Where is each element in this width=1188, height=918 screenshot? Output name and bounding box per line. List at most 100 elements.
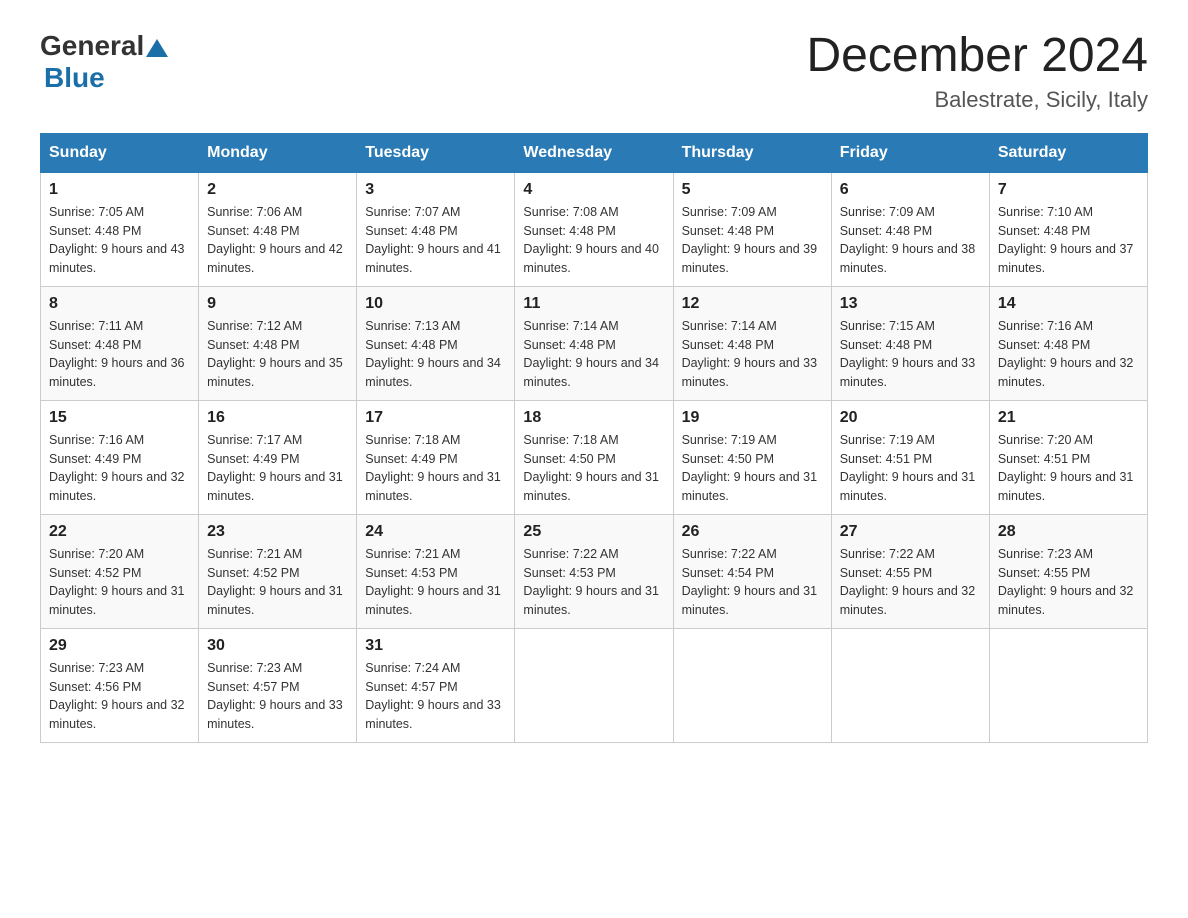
calendar-cell: 3 Sunrise: 7:07 AMSunset: 4:48 PMDaylight… xyxy=(357,172,515,286)
day-info: Sunrise: 7:21 AMSunset: 4:52 PMDaylight:… xyxy=(207,545,348,620)
logo: General Blue xyxy=(40,30,168,94)
day-number: 13 xyxy=(840,295,981,313)
calendar-cell: 31 Sunrise: 7:24 AMSunset: 4:57 PMDayligh… xyxy=(357,628,515,742)
day-info: Sunrise: 7:15 AMSunset: 4:48 PMDaylight:… xyxy=(840,317,981,392)
calendar-cell: 7 Sunrise: 7:10 AMSunset: 4:48 PMDaylight… xyxy=(989,172,1147,286)
day-info: Sunrise: 7:07 AMSunset: 4:48 PMDaylight:… xyxy=(365,203,506,278)
calendar-cell: 24 Sunrise: 7:21 AMSunset: 4:53 PMDayligh… xyxy=(357,514,515,628)
column-header-friday: Friday xyxy=(831,133,989,172)
calendar-cell: 13 Sunrise: 7:15 AMSunset: 4:48 PMDayligh… xyxy=(831,286,989,400)
day-info: Sunrise: 7:08 AMSunset: 4:48 PMDaylight:… xyxy=(523,203,664,278)
day-info: Sunrise: 7:18 AMSunset: 4:50 PMDaylight:… xyxy=(523,431,664,506)
day-info: Sunrise: 7:22 AMSunset: 4:54 PMDaylight:… xyxy=(682,545,823,620)
calendar-cell xyxy=(515,628,673,742)
column-header-saturday: Saturday xyxy=(989,133,1147,172)
day-info: Sunrise: 7:09 AMSunset: 4:48 PMDaylight:… xyxy=(840,203,981,278)
month-title: December 2024 xyxy=(806,30,1148,83)
day-info: Sunrise: 7:24 AMSunset: 4:57 PMDaylight:… xyxy=(365,659,506,734)
day-number: 31 xyxy=(365,637,506,655)
day-number: 21 xyxy=(998,409,1139,427)
day-number: 7 xyxy=(998,181,1139,199)
day-number: 4 xyxy=(523,181,664,199)
calendar-cell: 26 Sunrise: 7:22 AMSunset: 4:54 PMDayligh… xyxy=(673,514,831,628)
day-info: Sunrise: 7:23 AMSunset: 4:55 PMDaylight:… xyxy=(998,545,1139,620)
logo-blue-text: Blue xyxy=(44,62,105,93)
day-number: 20 xyxy=(840,409,981,427)
calendar-cell: 6Sunrise: 7:09 AMSunset: 4:48 PMDaylight… xyxy=(831,172,989,286)
column-header-wednesday: Wednesday xyxy=(515,133,673,172)
title-block: December 2024 Balestrate, Sicily, Italy xyxy=(806,30,1148,113)
day-number: 12 xyxy=(682,295,823,313)
calendar-cell: 11Sunrise: 7:14 AMSunset: 4:48 PMDayligh… xyxy=(515,286,673,400)
day-number: 2 xyxy=(207,181,348,199)
location-text: Balestrate, Sicily, Italy xyxy=(806,87,1148,113)
day-info: Sunrise: 7:16 AMSunset: 4:49 PMDaylight:… xyxy=(49,431,190,506)
day-info: Sunrise: 7:22 AMSunset: 4:53 PMDaylight:… xyxy=(523,545,664,620)
calendar-cell xyxy=(673,628,831,742)
calendar-cell: 1Sunrise: 7:05 AMSunset: 4:48 PMDaylight… xyxy=(41,172,199,286)
calendar-cell: 4 Sunrise: 7:08 AMSunset: 4:48 PMDaylight… xyxy=(515,172,673,286)
calendar-cell: 25 Sunrise: 7:22 AMSunset: 4:53 PMDayligh… xyxy=(515,514,673,628)
calendar-cell: 10 Sunrise: 7:13 AMSunset: 4:48 PMDayligh… xyxy=(357,286,515,400)
day-number: 17 xyxy=(365,409,506,427)
day-info: Sunrise: 7:06 AMSunset: 4:48 PMDaylight:… xyxy=(207,203,348,278)
day-info: Sunrise: 7:18 AMSunset: 4:49 PMDaylight:… xyxy=(365,431,506,506)
calendar-cell: 18 Sunrise: 7:18 AMSunset: 4:50 PMDayligh… xyxy=(515,400,673,514)
calendar-cell: 28 Sunrise: 7:23 AMSunset: 4:55 PMDayligh… xyxy=(989,514,1147,628)
logo-general-text: General xyxy=(40,30,144,62)
day-number: 29 xyxy=(49,637,190,655)
day-number: 27 xyxy=(840,523,981,541)
day-info: Sunrise: 7:19 AMSunset: 4:50 PMDaylight:… xyxy=(682,431,823,506)
day-info: Sunrise: 7:20 AMSunset: 4:52 PMDaylight:… xyxy=(49,545,190,620)
day-info: Sunrise: 7:09 AMSunset: 4:48 PMDaylight:… xyxy=(682,203,823,278)
day-number: 25 xyxy=(523,523,664,541)
calendar-cell: 15 Sunrise: 7:16 AMSunset: 4:49 PMDayligh… xyxy=(41,400,199,514)
calendar-cell xyxy=(989,628,1147,742)
calendar-cell: 30Sunrise: 7:23 AMSunset: 4:57 PMDayligh… xyxy=(199,628,357,742)
day-number: 5 xyxy=(682,181,823,199)
day-info: Sunrise: 7:23 AMSunset: 4:56 PMDaylight:… xyxy=(49,659,190,734)
day-number: 30 xyxy=(207,637,348,655)
calendar-cell: 19 Sunrise: 7:19 AMSunset: 4:50 PMDayligh… xyxy=(673,400,831,514)
day-number: 26 xyxy=(682,523,823,541)
day-info: Sunrise: 7:19 AMSunset: 4:51 PMDaylight:… xyxy=(840,431,981,506)
day-number: 3 xyxy=(365,181,506,199)
day-number: 18 xyxy=(523,409,664,427)
column-header-thursday: Thursday xyxy=(673,133,831,172)
calendar-cell: 21Sunrise: 7:20 AMSunset: 4:51 PMDayligh… xyxy=(989,400,1147,514)
day-number: 24 xyxy=(365,523,506,541)
day-number: 16 xyxy=(207,409,348,427)
calendar-cell: 29 Sunrise: 7:23 AMSunset: 4:56 PMDayligh… xyxy=(41,628,199,742)
day-number: 28 xyxy=(998,523,1139,541)
day-info: Sunrise: 7:13 AMSunset: 4:48 PMDaylight:… xyxy=(365,317,506,392)
column-header-tuesday: Tuesday xyxy=(357,133,515,172)
day-info: Sunrise: 7:17 AMSunset: 4:49 PMDaylight:… xyxy=(207,431,348,506)
day-number: 9 xyxy=(207,295,348,313)
calendar-cell: 16 Sunrise: 7:17 AMSunset: 4:49 PMDayligh… xyxy=(199,400,357,514)
day-number: 23 xyxy=(207,523,348,541)
day-info: Sunrise: 7:16 AMSunset: 4:48 PMDaylight:… xyxy=(998,317,1139,392)
calendar-cell: 2 Sunrise: 7:06 AMSunset: 4:48 PMDaylight… xyxy=(199,172,357,286)
day-info: Sunrise: 7:21 AMSunset: 4:53 PMDaylight:… xyxy=(365,545,506,620)
column-header-monday: Monday xyxy=(199,133,357,172)
calendar-cell: 12 Sunrise: 7:14 AMSunset: 4:48 PMDayligh… xyxy=(673,286,831,400)
calendar-cell: 23 Sunrise: 7:21 AMSunset: 4:52 PMDayligh… xyxy=(199,514,357,628)
calendar-cell: 27 Sunrise: 7:22 AMSunset: 4:55 PMDayligh… xyxy=(831,514,989,628)
day-number: 15 xyxy=(49,409,190,427)
day-number: 22 xyxy=(49,523,190,541)
day-info: Sunrise: 7:12 AMSunset: 4:48 PMDaylight:… xyxy=(207,317,348,392)
calendar-cell xyxy=(831,628,989,742)
page-header: General Blue December 2024 Balestrate, S… xyxy=(40,30,1148,113)
day-info: Sunrise: 7:10 AMSunset: 4:48 PMDaylight:… xyxy=(998,203,1139,278)
day-number: 14 xyxy=(998,295,1139,313)
calendar-table: SundayMondayTuesdayWednesdayThursdayFrid… xyxy=(40,133,1148,743)
calendar-cell: 8Sunrise: 7:11 AMSunset: 4:48 PMDaylight… xyxy=(41,286,199,400)
day-number: 10 xyxy=(365,295,506,313)
calendar-cell: 9 Sunrise: 7:12 AMSunset: 4:48 PMDaylight… xyxy=(199,286,357,400)
day-info: Sunrise: 7:22 AMSunset: 4:55 PMDaylight:… xyxy=(840,545,981,620)
calendar-cell: 20 Sunrise: 7:19 AMSunset: 4:51 PMDayligh… xyxy=(831,400,989,514)
day-number: 19 xyxy=(682,409,823,427)
calendar-cell: 22 Sunrise: 7:20 AMSunset: 4:52 PMDayligh… xyxy=(41,514,199,628)
day-info: Sunrise: 7:14 AMSunset: 4:48 PMDaylight:… xyxy=(523,317,664,392)
day-info: Sunrise: 7:14 AMSunset: 4:48 PMDaylight:… xyxy=(682,317,823,392)
